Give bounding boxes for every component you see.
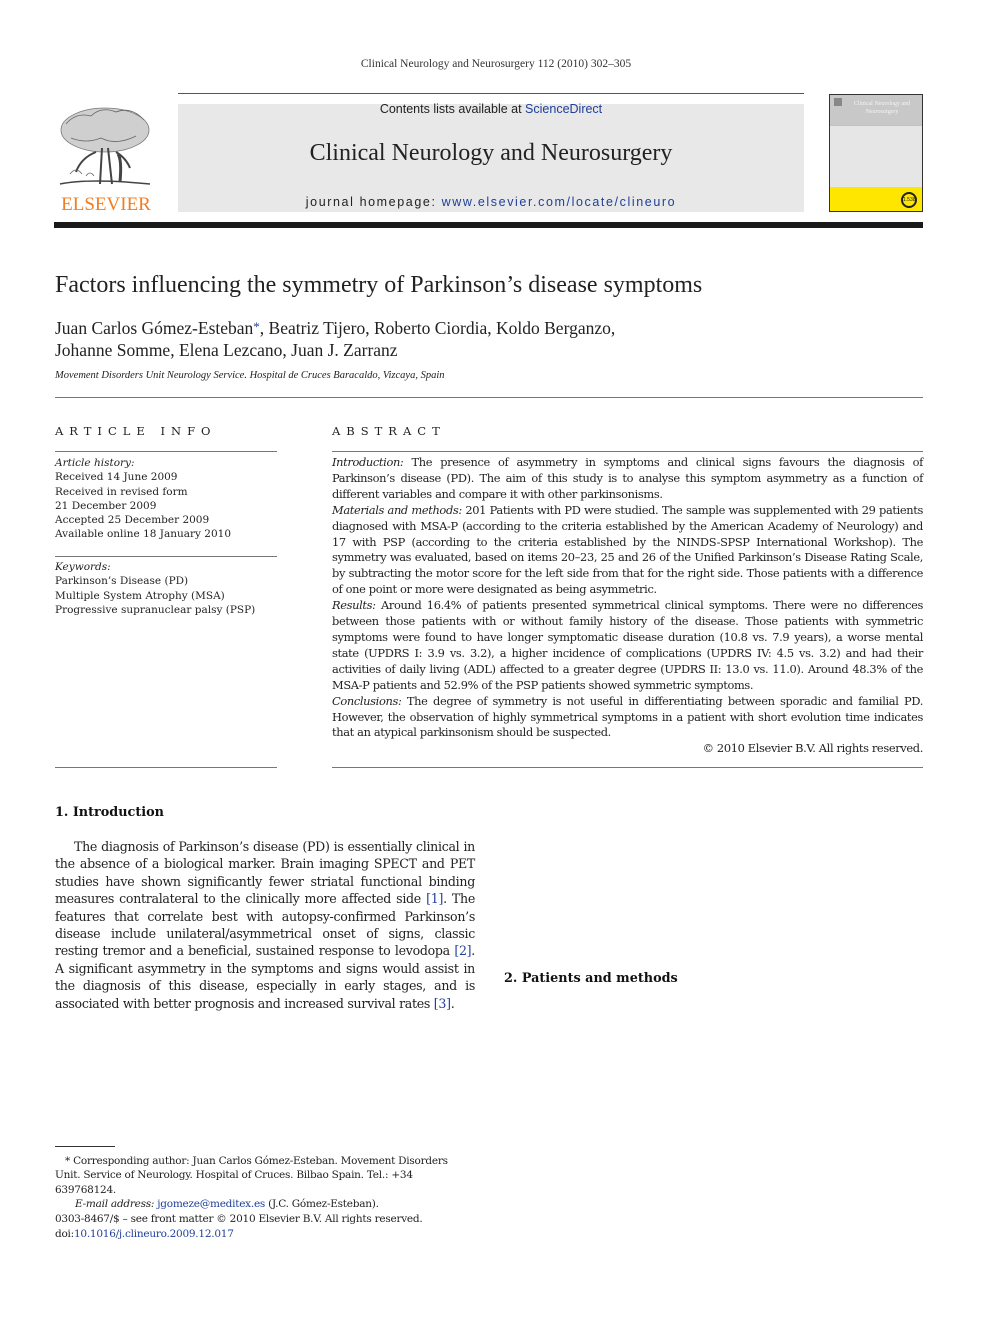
corresponding-author-footnote: * Corresponding author: Juan Carlos Góme… <box>55 1154 475 1211</box>
cover-title: Clinical Neurology and Neurosurgery <box>853 101 911 115</box>
footnote-rule <box>55 1146 115 1147</box>
history-item: Available online 18 January 2010 <box>55 528 232 541</box>
journal-homepage: journal homepage: www.elsevier.com/locat… <box>178 195 804 209</box>
paragraph-text: The diagnosis of Parkinson’s disease (PD… <box>55 839 475 907</box>
article-info-rule <box>55 451 277 452</box>
running-head: Clinical Neurology and Neurosurgery 112 … <box>360 58 632 70</box>
keywords: Keywords: Parkinson’s Disease (PD) Multi… <box>55 560 277 617</box>
article-info-bottom-rule <box>55 767 277 768</box>
keyword-item: Parkinson’s Disease (PD) <box>55 575 189 588</box>
journal-cover-thumbnail[interactable]: Clinical Neurology and Neurosurgery 1.53… <box>829 94 923 212</box>
sciencedirect-link[interactable]: ScienceDirect <box>525 102 602 116</box>
title-divider <box>55 397 923 398</box>
history-item: 21 December 2009 <box>55 499 157 512</box>
keyword-item: Multiple System Atrophy (MSA) <box>55 589 225 602</box>
history-item: Accepted 25 December 2009 <box>55 514 210 527</box>
issn-line: 0303-8467/$ – see front matter © 2010 El… <box>55 1213 423 1225</box>
contents-prefix: Contents lists available at <box>379 102 526 116</box>
intro-paragraph-1: The diagnosis of Parkinson’s disease (PD… <box>55 838 475 1012</box>
abstract-copyright: © 2010 Elsevier B.V. All rights reserved… <box>702 741 924 756</box>
elsevier-wordmark: ELSEVIER <box>61 194 151 215</box>
elsevier-logo[interactable]: ELSEVIER <box>54 104 158 216</box>
footnote-text: Corresponding author: Juan Carlos Gómez-… <box>55 1155 448 1196</box>
abstract-rule <box>332 451 923 452</box>
cover-footer: 1.538 <box>830 187 922 211</box>
affiliation: Movement Disorders Unit Neurology Servic… <box>55 370 445 381</box>
tree-logo-icon <box>59 107 151 185</box>
abstract-body: Introduction: The presence of asymmetry … <box>332 455 923 757</box>
citation-link[interactable]: [3] <box>434 996 451 1011</box>
citation-link[interactable]: [2] <box>454 943 471 958</box>
section-heading-methods: 2. Patients and methods <box>504 971 678 986</box>
front-matter: 0303-8467/$ – see front matter © 2010 El… <box>55 1212 555 1242</box>
cover-badge: 1.538 <box>901 192 917 208</box>
paragraph-text: . <box>450 995 455 1011</box>
journal-title: Clinical Neurology and Neurosurgery <box>309 140 673 166</box>
cover-header: Clinical Neurology and Neurosurgery <box>830 95 922 126</box>
section-heading-introduction: 1. Introduction <box>55 805 164 820</box>
homepage-prefix: journal homepage: <box>305 195 442 209</box>
abstract-bottom-rule <box>332 767 923 768</box>
history-item: Received in revised form <box>55 485 188 498</box>
article-info-heading: ARTICLE INFO <box>55 424 217 438</box>
header-rule <box>178 93 804 94</box>
keyword-item: Progressive supranuclear palsy (PSP) <box>55 603 256 616</box>
article-history: Article history: Received 14 June 2009 R… <box>55 456 277 542</box>
authors-line-1: , Beatriz Tijero, Roberto Ciordia, Koldo… <box>259 318 616 338</box>
doi-link[interactable]: 10.1016/j.clineuro.2009.12.017 <box>74 1228 234 1240</box>
homepage-link[interactable]: www.elsevier.com/locate/clineuro <box>442 195 677 209</box>
cover-logo-icon <box>834 98 842 106</box>
citation-link[interactable]: [1] <box>426 891 443 906</box>
left-column: The diagnosis of Parkinson’s disease (PD… <box>55 838 475 1012</box>
contents-line: Contents lists available at ScienceDirec… <box>178 102 804 116</box>
email-suffix: (J.C. Gómez-Esteban). <box>265 1197 379 1210</box>
keywords-rule <box>55 556 277 557</box>
abstract-introduction: Introduction: The presence of asymmetry … <box>332 455 923 501</box>
doi-prefix: doi: <box>55 1228 74 1240</box>
masthead-thick-rule <box>54 222 923 228</box>
article-history-label: Article history: <box>55 457 135 469</box>
keywords-label: Keywords: <box>55 561 111 573</box>
abstract-heading: ABSTRACT <box>332 424 446 438</box>
author-corresponding[interactable]: Juan Carlos Gómez-Esteban <box>55 318 253 338</box>
abstract-results: Results: Around 16.4% of patients presen… <box>332 598 923 692</box>
article-title: Factors influencing the symmetry of Park… <box>55 272 703 298</box>
abstract-methods: Materials and methods: 201 Patients with… <box>332 502 924 597</box>
email-link[interactable]: jgomeze@meditex.es <box>157 1198 265 1210</box>
abstract-conclusions: Conclusions: The degree of symmetry is n… <box>332 693 923 740</box>
authors-line-2: Johanne Somme, Elena Lezcano, Juan J. Za… <box>55 340 398 360</box>
email-label: E-mail address: <box>75 1197 155 1210</box>
author-list: Juan Carlos Gómez-Esteban*, Beatriz Tije… <box>55 316 915 361</box>
history-item: Received 14 June 2009 <box>55 471 178 484</box>
